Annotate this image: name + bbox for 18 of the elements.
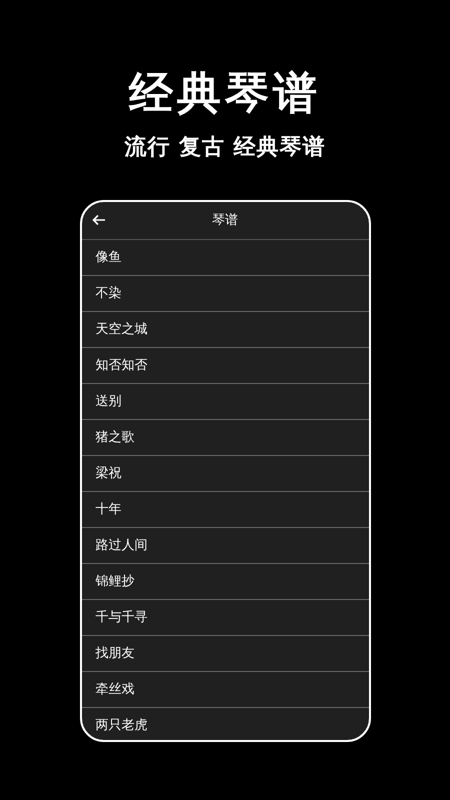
- song-item[interactable]: 送别: [82, 384, 368, 420]
- song-item[interactable]: 千与千寻: [82, 600, 368, 636]
- song-item[interactable]: 找朋友: [82, 636, 368, 672]
- song-item[interactable]: 两只老虎: [82, 708, 368, 740]
- song-item[interactable]: 猪之歌: [82, 420, 368, 456]
- song-item[interactable]: 天空之城: [82, 312, 368, 348]
- subheadline: 流行 复古 经典琴谱: [124, 134, 326, 162]
- song-item[interactable]: 锦鲤抄: [82, 564, 368, 600]
- song-item[interactable]: 十年: [82, 492, 368, 528]
- headline: 经典琴谱: [129, 67, 321, 121]
- song-item[interactable]: 梁祝: [82, 456, 368, 492]
- song-item[interactable]: 知否知否: [82, 348, 368, 384]
- song-item[interactable]: 路过人间: [82, 528, 368, 564]
- song-item[interactable]: 牵丝戏: [82, 672, 368, 708]
- song-item[interactable]: 不染: [82, 276, 368, 312]
- screen-title: 琴谱: [212, 212, 238, 230]
- back-arrow-icon: [92, 214, 106, 226]
- song-item[interactable]: 像鱼: [82, 240, 368, 276]
